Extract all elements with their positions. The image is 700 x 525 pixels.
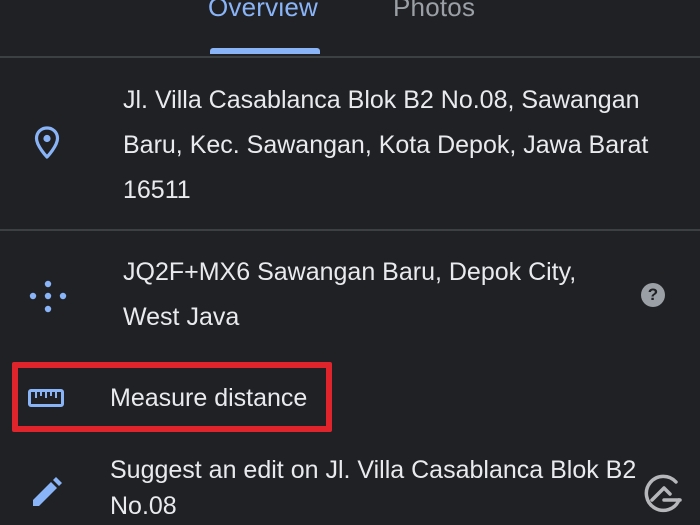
tab-overview[interactable]: Overview [208,0,318,23]
address-text: Jl. Villa Casablanca Blok B2 No.08, Sawa… [123,78,683,213]
suggest-edit-line: No.08 [110,492,177,520]
address-line: Baru, Kec. Sawangan, Kota Depok, Jawa Ba… [123,131,649,159]
watermark-logo-icon [644,474,682,513]
active-tab-indicator [210,48,320,54]
tab-photos[interactable]: Photos [393,0,475,23]
plus-code-line: JQ2F+MX6 Sawangan Baru, Depok City, [123,258,577,286]
help-icon[interactable]: ? [641,283,665,307]
highlight-box [12,362,332,432]
plus-code-icon [29,280,67,313]
suggest-edit-line: Suggest an edit on Jl. Villa Casablanca … [110,456,637,484]
address-line: 16511 [123,176,191,204]
plus-code-text: JQ2F+MX6 Sawangan Baru, Depok City, West… [123,250,623,340]
pencil-icon [33,477,62,506]
place-details-panel: Overview Photos Jl. Villa Casablanca Blo… [0,0,700,525]
location-pin-icon [34,126,60,159]
address-line: Jl. Villa Casablanca Blok B2 No.08, Sawa… [123,86,640,114]
tab-bar-divider [0,56,700,58]
plus-code-line: West Java [123,303,240,331]
tab-bar: Overview Photos [0,0,700,58]
suggest-edit-text: Suggest an edit on Jl. Villa Casablanca … [110,452,670,524]
row-divider [0,229,700,231]
